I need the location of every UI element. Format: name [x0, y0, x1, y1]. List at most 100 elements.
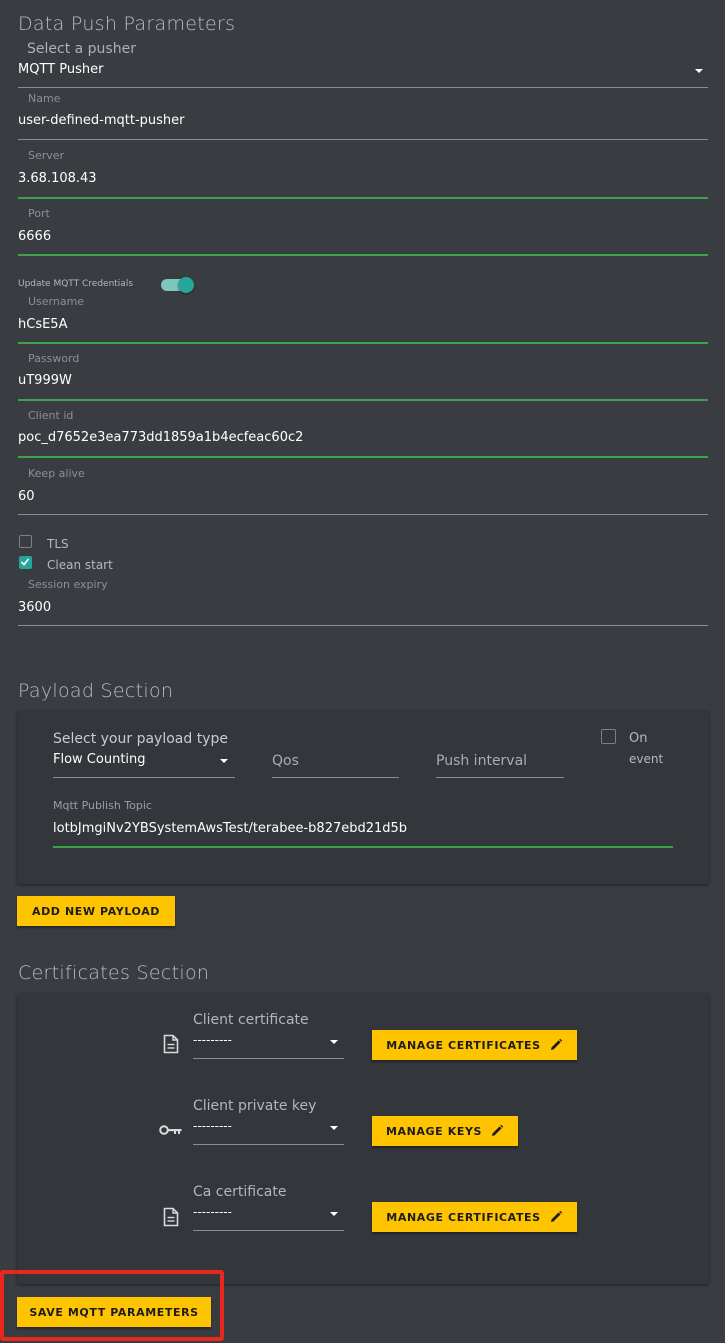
name-underline: [18, 139, 708, 140]
tls-label: TLS: [47, 537, 69, 551]
payload-type-label: Select your payload type: [53, 731, 228, 747]
payload-type-value: Flow Counting: [53, 752, 146, 767]
publish-topic-field[interactable]: Mqtt Publish Topic lotbJmgiNv2YBSystemAw…: [53, 799, 673, 849]
document-icon: [163, 1207, 179, 1227]
client-certificate-label: Client certificate: [193, 1012, 309, 1028]
keep-alive-label: Keep alive: [28, 467, 85, 480]
tls-checkbox[interactable]: [19, 535, 32, 548]
session-expiry-field[interactable]: Session expiry 3600: [18, 578, 708, 628]
port-field[interactable]: Port 6666: [18, 207, 708, 259]
password-underline: [18, 399, 708, 401]
manage-keys-button[interactable]: MANAGE KEYS: [372, 1116, 518, 1146]
name-field[interactable]: Name user-defined-mqtt-pusher: [18, 92, 708, 142]
client-id-underline: [18, 456, 708, 458]
session-expiry-label: Session expiry: [28, 578, 108, 591]
server-label: Server: [28, 149, 65, 162]
client-private-key-select[interactable]: ---------: [193, 1119, 344, 1147]
password-label: Password: [28, 352, 80, 365]
publish-topic-input[interactable]: lotbJmgiNv2YBSystemAwsTest/terabee-b827e…: [53, 821, 407, 836]
pencil-icon: [550, 1210, 562, 1222]
push-interval-underline: [436, 777, 564, 778]
payload-type-select[interactable]: Flow Counting: [53, 749, 235, 779]
ca-certificate-select[interactable]: ---------: [193, 1205, 344, 1233]
data-push-title: Data Push Parameters: [18, 13, 236, 35]
update-credentials-label: Update MQTT Credentials: [18, 279, 134, 289]
manage-keys-button-label: MANAGE KEYS: [385, 1124, 483, 1138]
client-private-key-underline: [193, 1144, 344, 1145]
payload-section-title: Payload Section: [18, 680, 174, 702]
client-certificate-underline: [193, 1058, 344, 1059]
port-label: Port: [28, 207, 50, 220]
cert-row-client-private-key: Client private key --------- MANAGE KEYS: [17, 1079, 709, 1159]
payload-card: Select your payload type Flow Counting Q…: [17, 711, 709, 884]
port-underline: [18, 254, 708, 256]
keep-alive-input[interactable]: 60: [18, 489, 35, 504]
ca-certificate-value: ---------: [193, 1205, 232, 1219]
username-underline: [18, 342, 708, 344]
cert-row-ca-certificate: Ca certificate --------- MANAGE CERTIFIC…: [17, 1165, 709, 1245]
pusher-select-value: MQTT Pusher: [18, 62, 104, 77]
client-id-field[interactable]: Client id poc_d7652e3ea773dd1859a1b4ecfe…: [18, 409, 708, 459]
push-interval-placeholder: Push interval: [436, 753, 528, 769]
certificates-section-title: Certificates Section: [18, 962, 210, 984]
session-expiry-underline: [18, 625, 708, 626]
pencil-icon: [492, 1124, 504, 1136]
check-icon: [20, 558, 30, 566]
publish-topic-label: Mqtt Publish Topic: [53, 799, 152, 812]
client-certificate-select[interactable]: ---------: [193, 1033, 344, 1061]
session-expiry-input[interactable]: 3600: [18, 600, 51, 615]
add-new-payload-button[interactable]: ADD NEW PAYLOAD: [17, 896, 175, 926]
client-id-label: Client id: [28, 409, 74, 422]
manage-certificates-button-label: MANAGE CERTIFICATES: [386, 1038, 541, 1052]
qos-underline: [272, 777, 399, 778]
publish-topic-underline: [53, 846, 673, 848]
document-icon: [163, 1034, 179, 1054]
chevron-down-icon: [695, 69, 703, 73]
pusher-select-underline: [18, 87, 708, 88]
username-label: Username: [28, 295, 85, 308]
clean-start-label: Clean start: [47, 558, 113, 572]
client-private-key-value: ---------: [193, 1119, 232, 1133]
chevron-down-icon: [220, 759, 228, 763]
client-certificate-value: ---------: [193, 1033, 232, 1047]
on-event-label-line1: On: [629, 731, 648, 746]
on-event-checkbox[interactable]: [601, 729, 616, 744]
qos-input[interactable]: Qos: [272, 751, 399, 779]
pencil-icon: [550, 1038, 562, 1050]
chevron-down-icon: [330, 1126, 338, 1130]
chevron-down-icon: [330, 1040, 338, 1044]
qos-placeholder: Qos: [272, 753, 299, 769]
ca-certificate-underline: [193, 1230, 344, 1231]
client-private-key-label: Client private key: [193, 1098, 317, 1114]
manage-certificates-button[interactable]: MANAGE CERTIFICATES: [372, 1030, 577, 1060]
save-mqtt-parameters-button[interactable]: SAVE MQTT PARAMETERS: [17, 1297, 211, 1327]
certificates-card: Client certificate --------- MANAGE CERT…: [17, 993, 709, 1284]
update-credentials-toggle[interactable]: [161, 277, 194, 293]
toggle-thumb: [178, 277, 194, 293]
cert-row-client-certificate: Client certificate --------- MANAGE CERT…: [17, 993, 709, 1073]
on-event-label-line2: event: [629, 752, 664, 766]
chevron-down-icon: [330, 1212, 338, 1216]
pusher-select-label: Select a pusher: [27, 41, 136, 57]
server-input[interactable]: 3.68.108.43: [18, 171, 97, 186]
pusher-select[interactable]: Select a pusher MQTT Pusher: [18, 41, 708, 91]
name-input[interactable]: user-defined-mqtt-pusher: [18, 113, 184, 128]
server-field[interactable]: Server 3.68.108.43: [18, 149, 708, 201]
manage-ca-certificates-button[interactable]: MANAGE CERTIFICATES: [372, 1202, 577, 1232]
username-field[interactable]: Username hCsE5A: [18, 295, 708, 345]
key-icon: [159, 1125, 182, 1135]
push-interval-input[interactable]: Push interval: [436, 751, 564, 779]
password-field[interactable]: Password uT999W: [18, 352, 708, 402]
keep-alive-field[interactable]: Keep alive 60: [18, 467, 708, 517]
payload-type-underline: [53, 777, 235, 778]
port-input[interactable]: 6666: [18, 229, 51, 244]
ca-certificate-label: Ca certificate: [193, 1184, 287, 1200]
password-input[interactable]: uT999W: [18, 373, 72, 388]
name-label: Name: [28, 92, 61, 105]
client-id-input[interactable]: poc_d7652e3ea773dd1859a1b4ecfeac60c2: [18, 430, 303, 445]
manage-ca-certificates-button-label: MANAGE CERTIFICATES: [386, 1210, 541, 1224]
username-input[interactable]: hCsE5A: [18, 317, 67, 332]
keep-alive-underline: [18, 514, 708, 515]
clean-start-checkbox[interactable]: [19, 556, 32, 569]
server-underline: [18, 197, 708, 199]
